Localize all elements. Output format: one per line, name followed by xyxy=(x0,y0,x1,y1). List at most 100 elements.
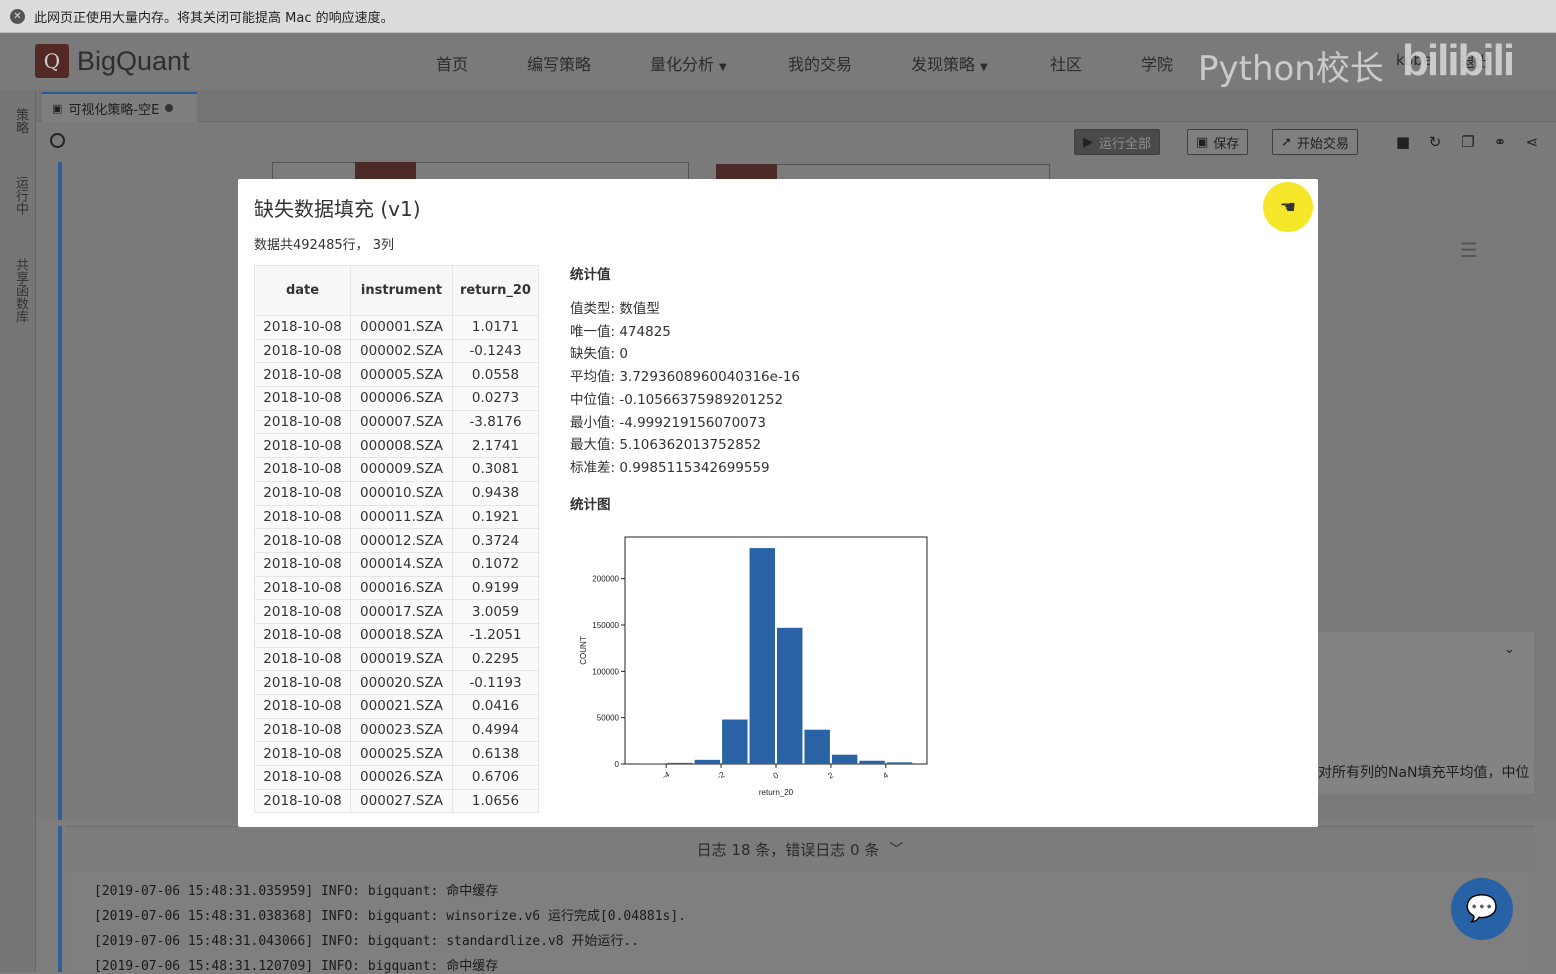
stats-heading: 统计值 xyxy=(570,263,611,283)
histogram-chart: 050000100000150000200000-4-2024return_20… xyxy=(570,524,940,799)
table-row: 2018-10-08000025.SZA0.6138 xyxy=(255,742,539,766)
stat-min: 最小值: -4.999219156070073 xyxy=(570,411,766,431)
cell-date: 2018-10-08 xyxy=(255,529,351,553)
rail-tab-running[interactable]: 运行中 xyxy=(6,176,30,215)
share-icon[interactable]: ⋖ xyxy=(1523,133,1541,151)
y-tick-label: 0 xyxy=(615,760,620,769)
rail-tab-shared-functions[interactable]: 共享函数库 xyxy=(6,258,30,323)
browser-warning-bar: ✕ 此网页正使用大量内存。将其关闭可能提高 Mac 的响应速度。 xyxy=(0,0,1556,33)
left-rail: 策略 运行中 共享函数库 xyxy=(0,90,36,972)
histogram-bar xyxy=(832,755,857,764)
nav-write-strategy[interactable]: 编写策略 xyxy=(527,51,591,75)
rail-tab-strategy[interactable]: 策略 xyxy=(6,108,30,134)
histogram-bar xyxy=(859,761,884,764)
stat-std: 标准差: 0.9985115342699559 xyxy=(570,456,770,476)
table-row: 2018-10-08000001.SZA1.0171 xyxy=(255,316,539,340)
table-header-row: date instrument return_20 xyxy=(255,266,539,316)
cell-instrument: 000018.SZA xyxy=(351,623,453,647)
x-tick-label: 0 xyxy=(772,770,781,780)
cell-instrument: 000017.SZA xyxy=(351,600,453,624)
stop-icon[interactable]: ■ xyxy=(1394,133,1412,151)
table-row: 2018-10-08000009.SZA0.3081 xyxy=(255,458,539,482)
table-row: 2018-10-08000023.SZA0.4994 xyxy=(255,718,539,742)
cell-instrument: 000002.SZA xyxy=(351,339,453,363)
cell-return: 0.1921 xyxy=(453,505,539,529)
cell-return: 0.9438 xyxy=(453,481,539,505)
cell-return: 1.0656 xyxy=(453,789,539,813)
cell-date: 2018-10-08 xyxy=(255,576,351,600)
cell-return: 0.3724 xyxy=(453,529,539,553)
cell-instrument: 000016.SZA xyxy=(351,576,453,600)
chat-button[interactable]: 💬 xyxy=(1451,878,1513,940)
stat-type: 值类型: 数值型 xyxy=(570,297,660,317)
canvas-node[interactable] xyxy=(272,162,689,179)
cell-date: 2018-10-08 xyxy=(255,695,351,719)
nav-quant-analysis[interactable]: 量化分析▼ xyxy=(650,51,727,75)
cell-instrument: 000014.SZA xyxy=(351,552,453,576)
table-row: 2018-10-08000012.SZA0.3724 xyxy=(255,529,539,553)
table-row: 2018-10-08000020.SZA-0.1193 xyxy=(255,671,539,695)
nav-discover[interactable]: 发现策略▼ xyxy=(911,51,988,75)
cell-return: 2.1741 xyxy=(453,434,539,458)
nav-my-trades[interactable]: 我的交易 xyxy=(788,51,852,75)
chevron-down-icon[interactable]: ⌄ xyxy=(1504,642,1515,657)
chevron-down-icon: ▼ xyxy=(980,62,988,73)
table-row: 2018-10-08000014.SZA0.1072 xyxy=(255,552,539,576)
rocket-icon: ➚ xyxy=(1281,135,1292,150)
tab-visual-strategy[interactable]: ▣ 可视化策略-空E xyxy=(42,92,197,122)
logo-text[interactable]: BigQuant xyxy=(77,46,190,77)
cell-date: 2018-10-08 xyxy=(255,718,351,742)
table-row: 2018-10-08000019.SZA0.2295 xyxy=(255,647,539,671)
menu-icon[interactable]: ☰ xyxy=(1460,238,1478,262)
canvas-node-header xyxy=(355,162,416,179)
log-header[interactable]: 日志 18 条，错误日志 0 条 ﹀ xyxy=(66,827,1534,871)
column-header-return[interactable]: return_20 xyxy=(453,266,539,316)
tab-bar xyxy=(36,90,1556,122)
cell-return: 0.0558 xyxy=(453,363,539,387)
table-row: 2018-10-08000002.SZA-0.1243 xyxy=(255,339,539,363)
cell-date: 2018-10-08 xyxy=(255,671,351,695)
bilibili-logo: bilibili xyxy=(1402,36,1513,86)
refresh-icon[interactable]: ↻ xyxy=(1426,133,1444,151)
chevron-down-icon: ﹀ xyxy=(889,839,903,859)
table-body: 2018-10-08000001.SZA1.01712018-10-080000… xyxy=(255,316,539,813)
histogram-bar xyxy=(695,760,720,764)
cell-instrument: 000020.SZA xyxy=(351,671,453,695)
cell-instrument: 000025.SZA xyxy=(351,742,453,766)
cell-return: -0.1243 xyxy=(453,339,539,363)
logo-icon[interactable]: Q xyxy=(35,44,69,78)
x-tick-label: 4 xyxy=(881,770,890,780)
x-tick-label: -4 xyxy=(661,770,672,782)
cell-date: 2018-10-08 xyxy=(255,434,351,458)
column-header-instrument[interactable]: instrument xyxy=(351,266,453,316)
table-row: 2018-10-08000017.SZA3.0059 xyxy=(255,600,539,624)
column-header-date[interactable]: date xyxy=(255,266,351,316)
cursor-hand-icon: ☚ xyxy=(1280,197,1296,218)
histogram-bar xyxy=(804,730,829,764)
cell-instrument: 000007.SZA xyxy=(351,410,453,434)
cell-instrument: 000006.SZA xyxy=(351,387,453,411)
data-summary: 数据共492485行， 3列 xyxy=(254,234,394,253)
stat-mean: 平均值: 3.7293608960040316e-16 xyxy=(570,365,800,385)
log-line: [2019-07-06 15:48:31.035959] INFO: bigqu… xyxy=(94,880,498,899)
plot-frame xyxy=(625,537,927,764)
link-icon[interactable]: ⚭ xyxy=(1491,133,1509,151)
close-button[interactable]: ☚ xyxy=(1263,182,1313,232)
copy-icon[interactable]: ❐ xyxy=(1459,133,1477,151)
histogram-bar xyxy=(722,720,747,764)
save-button[interactable]: ▣保存 xyxy=(1187,129,1248,155)
table-row: 2018-10-08000016.SZA0.9199 xyxy=(255,576,539,600)
y-tick-label: 150000 xyxy=(592,621,619,630)
run-all-button[interactable]: ▶运行全部 xyxy=(1074,129,1160,155)
start-trade-button[interactable]: ➚开始交易 xyxy=(1272,129,1358,155)
nav-academy[interactable]: 学院 xyxy=(1141,51,1173,75)
nav-home[interactable]: 首页 xyxy=(436,51,468,75)
x-tick-label: 2 xyxy=(826,770,835,780)
close-warning-icon[interactable]: ✕ xyxy=(10,9,25,24)
nav-community[interactable]: 社区 xyxy=(1050,51,1082,75)
data-preview-modal: 缺失数据填充 (v1) ☚ 数据共492485行， 3列 date instru… xyxy=(238,179,1318,827)
cell-return: 0.9199 xyxy=(453,576,539,600)
cell-return: 3.0059 xyxy=(453,600,539,624)
module-description-text: 对所有列的NaN填充平均值，中位 xyxy=(1318,762,1530,782)
stat-max: 最大值: 5.106362013752852 xyxy=(570,433,761,453)
